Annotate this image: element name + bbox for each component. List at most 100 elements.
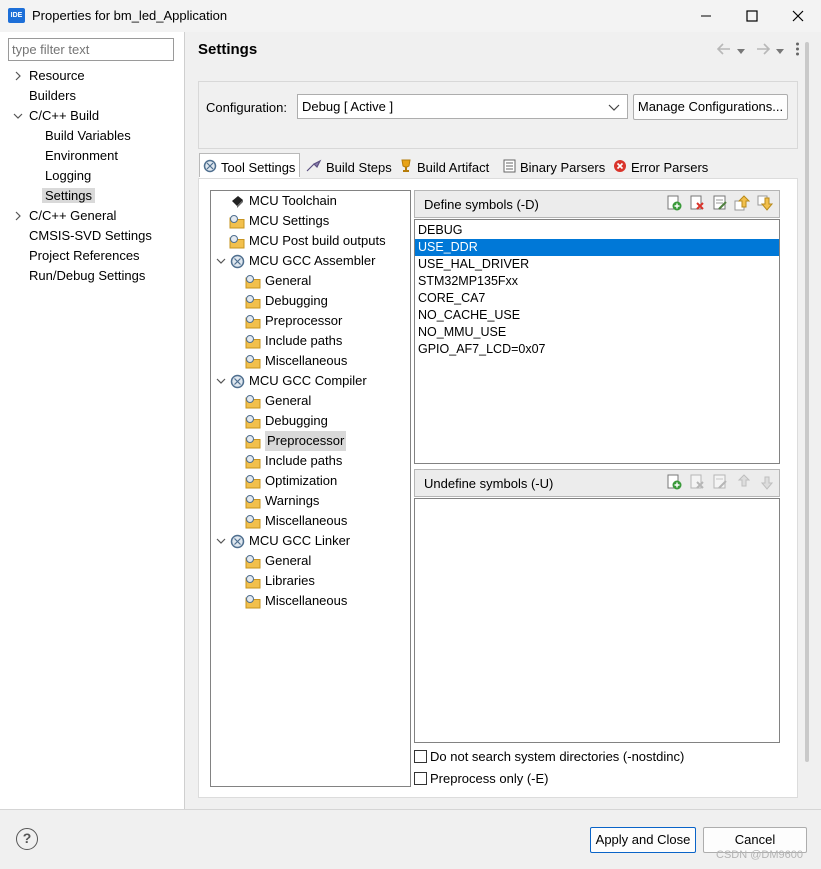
- chevron-down-icon[interactable]: [608, 100, 620, 115]
- build-steps-icon: [306, 159, 322, 176]
- tree-item-cc-optimization[interactable]: Optimization: [245, 471, 337, 491]
- tree-item-mcu-toolchain[interactable]: MCU Toolchain: [229, 191, 337, 211]
- undefine-symbols-list[interactable]: [414, 498, 780, 743]
- tab-build-steps[interactable]: Build Steps: [303, 155, 395, 179]
- tool-gear-icon: [229, 253, 245, 269]
- nav-item-resource[interactable]: Resource: [12, 66, 85, 86]
- nav-item-run-debug[interactable]: Run/Debug Settings: [29, 266, 145, 286]
- folder-settings-icon: [245, 333, 261, 349]
- tree-item-asm-include-paths[interactable]: Include paths: [245, 331, 342, 351]
- chevron-down-icon[interactable]: [215, 531, 227, 551]
- list-item[interactable]: DEBUG: [415, 222, 779, 239]
- close-icon: [792, 10, 804, 22]
- folder-settings-icon: [245, 433, 261, 449]
- delete-undefine-icon[interactable]: [689, 474, 707, 492]
- tree-item-asm-debugging[interactable]: Debugging: [245, 291, 328, 311]
- tree-item-asm-general[interactable]: General: [245, 271, 311, 291]
- tree-item-cc-warnings[interactable]: Warnings: [245, 491, 319, 511]
- tab-build-artifact[interactable]: Build Artifact: [396, 155, 492, 179]
- list-item[interactable]: USE_HAL_DRIVER: [415, 256, 779, 273]
- add-undefine-icon[interactable]: [666, 474, 684, 492]
- move-up-undefine-icon[interactable]: [734, 474, 752, 492]
- forward-arrow-icon[interactable]: [755, 43, 771, 58]
- tab-binary-parsers[interactable]: Binary Parsers: [500, 155, 608, 179]
- minimize-button[interactable]: [683, 0, 729, 32]
- history-nav: [716, 42, 800, 59]
- list-item[interactable]: GPIO_AF7_LCD=0x07: [415, 341, 779, 358]
- back-arrow-icon[interactable]: [716, 43, 732, 58]
- trophy-icon: [399, 159, 413, 176]
- configuration-select[interactable]: Debug [ Active ]: [297, 94, 628, 119]
- nav-item-settings[interactable]: Settings: [42, 186, 95, 206]
- tree-item-asm-miscellaneous[interactable]: Miscellaneous: [245, 351, 347, 371]
- chevron-right-icon[interactable]: [12, 206, 24, 226]
- tree-item-gcc-linker[interactable]: MCU GCC Linker: [229, 531, 350, 551]
- nav-item-cc-general[interactable]: C/C++ General: [12, 206, 116, 226]
- list-item[interactable]: CORE_CA7: [415, 290, 779, 307]
- filter-input[interactable]: [8, 38, 174, 61]
- tree-item-cc-preprocessor[interactable]: Preprocessor: [245, 431, 347, 451]
- tree-item-gcc-assembler[interactable]: MCU GCC Assembler: [229, 251, 375, 271]
- chevron-down-icon[interactable]: [12, 106, 24, 126]
- tree-item-ld-miscellaneous[interactable]: Miscellaneous: [245, 591, 347, 611]
- list-item[interactable]: STM32MP135Fxx: [415, 273, 779, 290]
- vertical-scrollbar[interactable]: [805, 42, 809, 762]
- folder-settings-icon: [245, 573, 261, 589]
- preprocess-only-option[interactable]: Preprocess only (-E): [414, 771, 548, 786]
- tree-item-asm-preprocessor[interactable]: Preprocessor: [245, 311, 342, 331]
- tree-item-cc-include-paths[interactable]: Include paths: [245, 451, 342, 471]
- tree-item-ld-general[interactable]: General: [245, 551, 311, 571]
- define-symbols-list[interactable]: DEBUG USE_DDR USE_HAL_DRIVER STM32MP135F…: [414, 219, 780, 464]
- list-item[interactable]: NO_MMU_USE: [415, 324, 779, 341]
- nostdinc-option[interactable]: Do not search system directories (-nostd…: [414, 749, 684, 764]
- tab-error-parsers[interactable]: Error Parsers: [610, 155, 711, 179]
- tree-item-mcu-settings[interactable]: MCU Settings: [229, 211, 329, 231]
- edit-undefine-icon[interactable]: [712, 474, 730, 492]
- tree-item-cc-general[interactable]: General: [245, 391, 311, 411]
- view-menu-icon[interactable]: [795, 42, 800, 59]
- folder-settings-icon: [245, 553, 261, 569]
- preprocess-only-checkbox[interactable]: [414, 772, 427, 785]
- tab-tool-settings[interactable]: Tool Settings: [199, 153, 300, 180]
- tree-item-post-build[interactable]: MCU Post build outputs: [229, 231, 386, 251]
- list-item[interactable]: NO_CACHE_USE: [415, 307, 779, 324]
- move-down-undefine-icon[interactable]: [757, 474, 775, 492]
- move-down-icon[interactable]: [757, 195, 775, 213]
- maximize-button[interactable]: [729, 0, 775, 32]
- page-title: Settings: [198, 41, 258, 58]
- tree-item-ld-libraries[interactable]: Libraries: [245, 571, 315, 591]
- delete-symbol-icon[interactable]: [689, 195, 707, 213]
- nav-item-logging[interactable]: Logging: [45, 166, 91, 186]
- nav-item-builders[interactable]: Builders: [29, 86, 76, 106]
- add-symbol-icon[interactable]: [666, 195, 684, 213]
- list-item-selected[interactable]: USE_DDR: [415, 239, 779, 256]
- chevron-down-icon[interactable]: [215, 251, 227, 271]
- dialog-footer: [0, 809, 821, 869]
- error-icon: [613, 159, 627, 176]
- move-up-icon[interactable]: [734, 195, 752, 213]
- manage-configurations-button[interactable]: Manage Configurations...: [633, 94, 788, 120]
- forward-dropdown-icon[interactable]: [776, 43, 784, 58]
- tree-item-gcc-compiler[interactable]: MCU GCC Compiler: [229, 371, 367, 391]
- tool-settings-tree[interactable]: MCU Toolchain MCU Settings MCU Post buil…: [210, 190, 411, 787]
- nav-item-build-variables[interactable]: Build Variables: [45, 126, 131, 146]
- chevron-right-icon[interactable]: [12, 66, 24, 86]
- folder-settings-icon: [245, 313, 261, 329]
- app-icon: IDE: [8, 8, 25, 23]
- nav-item-cmsis-svd[interactable]: CMSIS-SVD Settings: [29, 226, 152, 246]
- edit-symbol-icon[interactable]: [712, 195, 730, 213]
- nav-item-environment[interactable]: Environment: [45, 146, 118, 166]
- back-dropdown-icon[interactable]: [737, 43, 745, 58]
- folder-settings-icon: [245, 293, 261, 309]
- close-button[interactable]: [775, 0, 821, 32]
- nav-item-cc-build[interactable]: C/C++ Build: [12, 106, 99, 126]
- nostdinc-checkbox[interactable]: [414, 750, 427, 763]
- tree-item-cc-debugging[interactable]: Debugging: [245, 411, 328, 431]
- watermark: CSDN @DM9600: [716, 849, 803, 861]
- chip-icon: [229, 193, 245, 209]
- apply-and-close-button[interactable]: Apply and Close: [590, 827, 696, 853]
- tree-item-cc-miscellaneous[interactable]: Miscellaneous: [245, 511, 347, 531]
- nav-item-project-references[interactable]: Project References: [29, 246, 140, 266]
- help-icon[interactable]: ?: [16, 828, 38, 850]
- chevron-down-icon[interactable]: [215, 371, 227, 391]
